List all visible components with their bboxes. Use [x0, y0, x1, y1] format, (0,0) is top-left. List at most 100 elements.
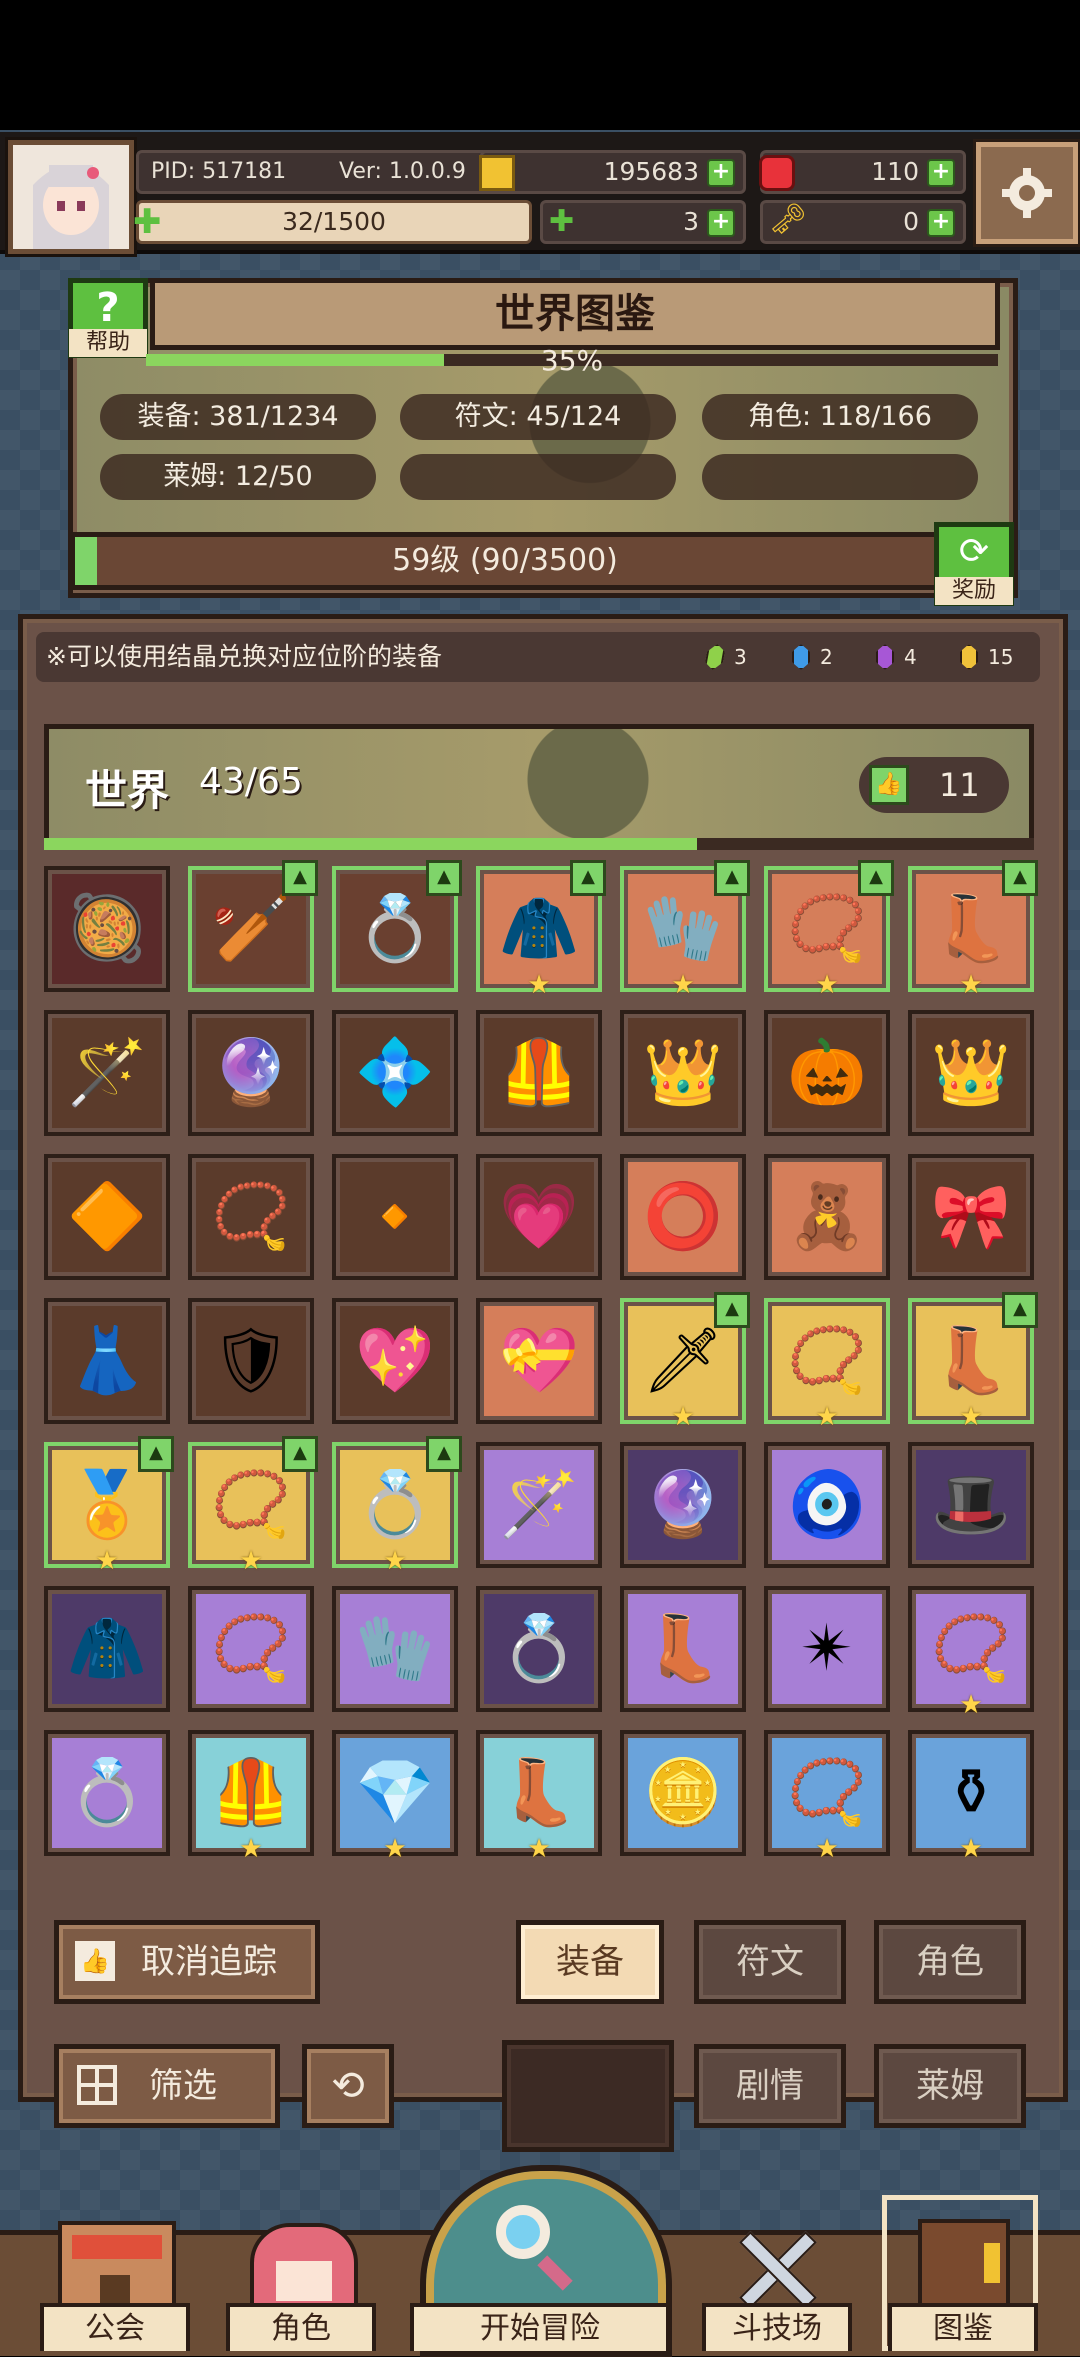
tab-equipment[interactable]: 装备 [516, 1920, 664, 2004]
equipment-slot[interactable]: 👗 [44, 1298, 170, 1424]
equipment-slot[interactable]: 💖 [332, 1298, 458, 1424]
nav-character[interactable]: 角色 [226, 2211, 376, 2351]
equipment-slot[interactable]: 🪄 [476, 1442, 602, 1568]
star-icon: ★ [959, 1402, 983, 1432]
equipment-slot[interactable]: 🥘 [44, 866, 170, 992]
equipment-slot[interactable]: 👑 [908, 1010, 1034, 1136]
equipment-slot[interactable]: 👢 ★ [476, 1730, 602, 1864]
add-gem-button[interactable]: + [927, 159, 955, 187]
player-avatar[interactable] [8, 140, 134, 254]
nav-arena[interactable]: 斗技场 [702, 2211, 852, 2351]
equipment-slot[interactable]: 👢 [620, 1586, 746, 1712]
help-button[interactable]: ? 帮助 [68, 278, 148, 358]
equipment-slot[interactable]: 🪙 [620, 1730, 746, 1856]
equipment-slot[interactable]: 🧥 ★ ▲ [476, 860, 606, 1000]
equipment-slot[interactable]: 🪄 [44, 1010, 170, 1136]
equipment-slot[interactable]: 📿 ★ [908, 1586, 1034, 1720]
tab-slime[interactable]: 莱姆 [874, 2044, 1026, 2128]
equipment-slot[interactable]: 💍 ▲ [332, 860, 462, 992]
equipment-item-icon: 🔸 [355, 1180, 435, 1254]
equipment-slot[interactable]: ⚱ ★ [908, 1730, 1034, 1864]
equipment-slot[interactable]: 🦺 [476, 1010, 602, 1136]
equipment-item-icon: 🎩 [931, 1468, 1011, 1542]
gem-value: 110 [871, 157, 919, 186]
equipment-slot[interactable]: 🧿 [764, 1442, 890, 1568]
equipment-slot[interactable]: 🏏 ▲ [188, 860, 318, 992]
tab-story[interactable]: 剧情 [694, 2044, 846, 2128]
equipment-slot[interactable]: 💗 [476, 1154, 602, 1280]
equipment-slot[interactable]: 🔮 [620, 1442, 746, 1568]
equipment-slot[interactable]: 🎀 [908, 1154, 1034, 1280]
equipment-slot[interactable]: 💎 ★ [332, 1730, 458, 1864]
equipment-slot[interactable]: 🦺 ★ [188, 1730, 314, 1864]
equipment-slot[interactable]: 💠 [332, 1010, 458, 1136]
equipment-slot[interactable]: 🧥 [44, 1586, 170, 1712]
equipment-slot[interactable]: 🗡 ★ ▲ [620, 1292, 750, 1432]
equipment-slot[interactable]: 💝 [476, 1298, 602, 1424]
filter-button[interactable]: 筛选 [54, 2044, 280, 2128]
equipment-slot[interactable]: 📿 [188, 1586, 314, 1712]
equipment-slot[interactable]: 📿 ★ ▲ [188, 1436, 318, 1576]
untrack-button[interactable]: 👍 取消追踪 [54, 1920, 320, 2004]
nav-codex[interactable]: 图鉴 [882, 2195, 1038, 2351]
equipment-item-icon: 🪄 [67, 1036, 147, 1110]
nav-adventure[interactable]: 开始冒险 [410, 2165, 672, 2357]
equipment-slot[interactable]: 🔮 [188, 1010, 314, 1136]
equipment-slot[interactable]: ⭕ [620, 1154, 746, 1280]
equipment-slot[interactable]: 🎃 [764, 1010, 890, 1136]
equipment-item-icon: 📿 [211, 1180, 291, 1254]
equipment-slot[interactable]: ✴ [764, 1586, 890, 1712]
equipment-slot[interactable]: 🔶 [44, 1154, 170, 1280]
key-icon: 🗝 [769, 202, 808, 237]
equipment-slot[interactable]: 🔸 [332, 1154, 458, 1280]
equipment-item-icon: 🔮 [211, 1036, 291, 1110]
clover-value: 3 [683, 207, 699, 236]
blue-crystal-icon [792, 644, 810, 670]
star-icon: ★ [527, 1834, 551, 1864]
equipment-item-icon: 🪄 [499, 1468, 579, 1542]
equipment-slot[interactable]: 📿 ★ [764, 1298, 890, 1432]
equipment-slot[interactable]: 🧤 [332, 1586, 458, 1712]
equipment-slot[interactable]: 👑 [620, 1010, 746, 1136]
reward-button[interactable]: ⟳ 奖励 [934, 522, 1014, 606]
add-key-button[interactable]: + [927, 209, 955, 237]
equipment-slot[interactable]: 🏅 ★ ▲ [44, 1436, 174, 1576]
tab-character[interactable]: 角色 [874, 1920, 1026, 2004]
equipment-slot[interactable]: 👢 ★ ▲ [908, 860, 1038, 1000]
untrack-label: 取消追踪 [141, 1942, 277, 1982]
equipment-slot[interactable]: 🧤 ★ ▲ [620, 860, 750, 1000]
equipment-slot[interactable]: 💍 [476, 1586, 602, 1712]
reset-button[interactable]: ⟲ [302, 2044, 394, 2128]
equipment-slot[interactable]: 💍 [44, 1730, 170, 1856]
nav-guild[interactable]: 公会 [40, 2211, 190, 2351]
equipment-item-icon: 🎃 [787, 1036, 867, 1110]
equipment-item-icon: ⚱ [944, 1756, 998, 1830]
codex-percent: 35% [540, 344, 604, 377]
add-clover-button[interactable]: + [707, 209, 735, 237]
equipment-slot[interactable]: 🧸 [764, 1154, 890, 1280]
equipment-slot[interactable]: 💍 ★ ▲ [332, 1436, 462, 1576]
tracked-thumb-icon: ▲ [426, 860, 462, 896]
add-gold-button[interactable]: + [707, 159, 735, 187]
equipment-slot[interactable]: 🛡 [188, 1298, 314, 1424]
key-value: 0 [903, 207, 919, 236]
tracked-thumb-icon: ▲ [426, 1436, 462, 1472]
equipment-item-icon: 📿 [787, 1756, 867, 1830]
tab-rune[interactable]: 符文 [694, 1920, 846, 2004]
equipment-slot[interactable]: 👢 ★ ▲ [908, 1292, 1038, 1432]
level-bar: 59级 (90/3500) [70, 532, 940, 590]
stat-equipment: 装备: 381/1234 [100, 394, 376, 440]
equipment-slot[interactable]: 📿 ★ ▲ [764, 860, 894, 1000]
equipment-item-icon: 👗 [67, 1324, 147, 1398]
equipment-item-icon: 🎀 [931, 1180, 1011, 1254]
equipment-slot[interactable]: 📿 ★ [764, 1730, 890, 1864]
star-icon: ★ [671, 970, 695, 1000]
stat-character: 角色: 118/166 [702, 394, 978, 440]
nav-codex-label: 图鉴 [888, 2303, 1038, 2351]
equipment-item-icon: 📿 [787, 892, 867, 966]
world-banner: 世界 43/65 👍 11 [44, 724, 1034, 846]
equipment-slot[interactable]: 📿 [188, 1154, 314, 1280]
settings-button[interactable] [976, 142, 1078, 244]
equipment-slot[interactable]: 🎩 [908, 1442, 1034, 1568]
equipment-item-icon: 💎 [355, 1756, 435, 1830]
